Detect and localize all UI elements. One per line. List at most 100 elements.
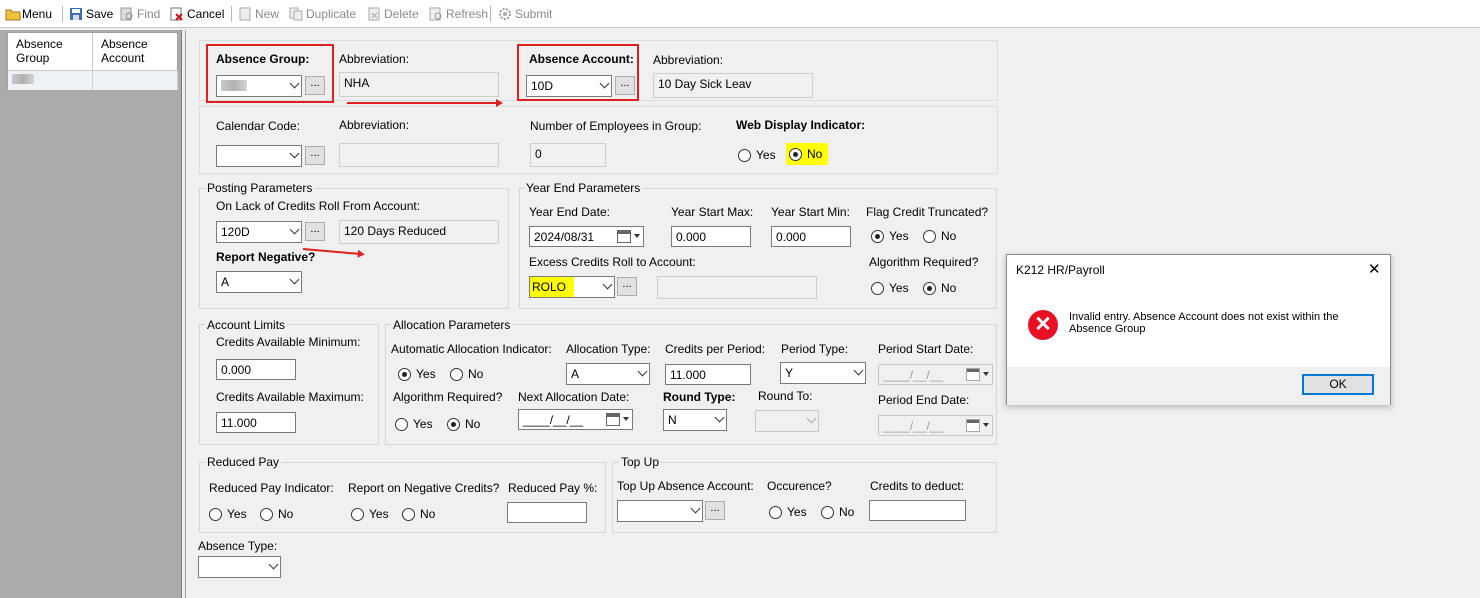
error-dialog: K212 HR/Payroll ✕ ✕ Invalid entry. Absen… (1006, 254, 1391, 405)
allocation-type-value: A (571, 367, 580, 381)
folder-icon (5, 7, 21, 21)
excess-credits-lookup-button[interactable]: ... (617, 277, 637, 296)
toolbar-separator (490, 6, 491, 22)
radio-label: No (468, 367, 484, 381)
chevron-down-icon (289, 148, 300, 159)
next-allocation-date-value: ____/__/__ (523, 413, 584, 427)
auto-allocation-no-radio[interactable]: No (450, 367, 483, 381)
report-negative-credits-no-radio[interactable]: No (402, 507, 435, 521)
reduced-pay-yes-radio[interactable]: Yes (209, 507, 247, 521)
algorithm-yes-radio[interactable]: Yes (871, 281, 909, 295)
ok-button[interactable]: OK (1302, 374, 1374, 395)
save-label: Save (86, 7, 114, 21)
chevron-down-icon (289, 274, 300, 285)
calendar-icon (966, 368, 980, 381)
find-button[interactable]: Find (120, 6, 160, 22)
radio-circle (923, 281, 936, 295)
reduced-pay-no-radio[interactable]: No (260, 507, 293, 521)
roll-from-value: 120D (221, 225, 250, 239)
round-type-value: N (668, 413, 677, 427)
excess-credits-combo[interactable]: ROLO (529, 276, 615, 298)
radio-label: Yes (756, 148, 776, 162)
menu-button[interactable]: Menu (5, 6, 52, 22)
refresh-button[interactable]: Refresh (429, 6, 488, 22)
delete-button[interactable]: Delete (367, 6, 419, 22)
web-display-no-radio[interactable]: No (786, 143, 829, 165)
auto-allocation-yes-radio[interactable]: Yes (398, 367, 436, 381)
credits-per-period-input[interactable]: 11.000 (665, 364, 751, 385)
save-button[interactable]: Save (69, 6, 113, 22)
radio-circle (871, 229, 884, 243)
calendar-code-combo[interactable] (216, 145, 302, 167)
reduced-pay-pct-label: Reduced Pay %: (508, 481, 598, 495)
next-allocation-date-field[interactable]: ____/__/__ (518, 409, 633, 430)
top-up-account-lookup-button[interactable]: ... (705, 501, 725, 520)
grid-header-absence-group[interactable]: Absence Group (8, 33, 93, 71)
algorithm-no-radio[interactable]: No (923, 281, 956, 295)
period-type-combo[interactable]: Y (780, 362, 866, 384)
top-up-account-combo[interactable] (617, 500, 703, 522)
report-negative-combo[interactable]: A (216, 271, 302, 293)
year-start-max-input[interactable]: 0.000 (671, 226, 751, 247)
allocation-type-combo[interactable]: A (566, 363, 650, 385)
period-start-date-field[interactable]: ____/__/__ (878, 364, 993, 385)
web-display-yes-radio[interactable]: Yes (738, 148, 776, 162)
web-display-label: Web Display Indicator: (736, 118, 866, 132)
period-end-date-field[interactable]: ____/__/__ (878, 415, 993, 436)
flag-truncated-no-radio[interactable]: No (923, 229, 956, 243)
occurence-no-radio[interactable]: No (821, 505, 854, 519)
roll-from-description: 120 Days Reduced (339, 220, 499, 244)
year-start-min-label: Year Start Min: (771, 205, 850, 219)
occurence-yes-radio[interactable]: Yes (769, 505, 807, 519)
left-pane (0, 30, 182, 598)
alloc-algorithm-no-radio[interactable]: No (447, 417, 480, 431)
toolbar: Menu Save Find Cancel New Duplicate Dele… (0, 0, 1480, 28)
period-end-date-label: Period End Date: (878, 393, 970, 407)
alloc-algorithm-yes-radio[interactable]: Yes (395, 417, 433, 431)
absence-grid[interactable]: Absence Group Absence Account (7, 32, 178, 90)
reduced-pay-pct-input[interactable] (507, 502, 587, 523)
save-icon (69, 7, 83, 21)
absence-type-combo[interactable] (198, 556, 281, 578)
year-end-parameters-title: Year End Parameters (524, 181, 643, 195)
calendar-icon (606, 413, 620, 426)
round-type-combo[interactable]: N (663, 409, 727, 431)
submit-button[interactable]: Submit (498, 6, 552, 22)
grid-header-absence-account[interactable]: Absence Account (93, 33, 178, 71)
excess-credits-value: ROLO (530, 277, 574, 297)
cancel-button[interactable]: Cancel (170, 6, 224, 22)
allocation-parameters-title: Allocation Parameters (391, 318, 513, 332)
calendar-icon (617, 230, 631, 243)
credits-max-input[interactable]: 11.000 (216, 412, 296, 433)
report-negative-credits-yes-radio[interactable]: Yes (351, 507, 389, 521)
roll-from-label: On Lack of Credits Roll From Account: (216, 199, 421, 213)
radio-circle (821, 505, 834, 519)
calendar-code-lookup-button[interactable]: ... (305, 146, 325, 165)
radio-circle (738, 148, 751, 162)
year-start-min-input[interactable]: 0.000 (771, 226, 851, 247)
close-icon[interactable]: ✕ (1368, 260, 1381, 278)
dialog-title: K212 HR/Payroll (1016, 263, 1105, 277)
radio-label: Yes (416, 367, 436, 381)
grid-cell-absence-group[interactable] (8, 71, 93, 90)
radio-label: No (278, 507, 294, 521)
roll-from-lookup-button[interactable]: ... (305, 222, 325, 241)
gear-icon (498, 7, 512, 21)
abbreviation-label: Abbreviation: (653, 53, 724, 67)
radio-label: Yes (889, 281, 909, 295)
alloc-algorithm-label: Algorithm Required? (393, 390, 503, 404)
flag-truncated-yes-radio[interactable]: Yes (871, 229, 909, 243)
roll-from-combo[interactable]: 120D (216, 221, 302, 243)
credits-to-deduct-input[interactable] (869, 500, 966, 521)
reduced-pay-title: Reduced Pay (205, 455, 282, 469)
grid-cell-absence-account[interactable] (93, 71, 178, 90)
credits-min-input[interactable]: 0.000 (216, 359, 296, 380)
error-icon: ✕ (1028, 310, 1058, 340)
round-to-combo[interactable] (755, 410, 819, 432)
year-end-date-field[interactable]: 2024/08/31 (529, 226, 644, 247)
refresh-label: Refresh (446, 7, 489, 21)
duplicate-button[interactable]: Duplicate (289, 6, 356, 22)
duplicate-label: Duplicate (306, 7, 357, 21)
new-button[interactable]: New (238, 6, 279, 22)
excess-credits-description (657, 276, 817, 299)
